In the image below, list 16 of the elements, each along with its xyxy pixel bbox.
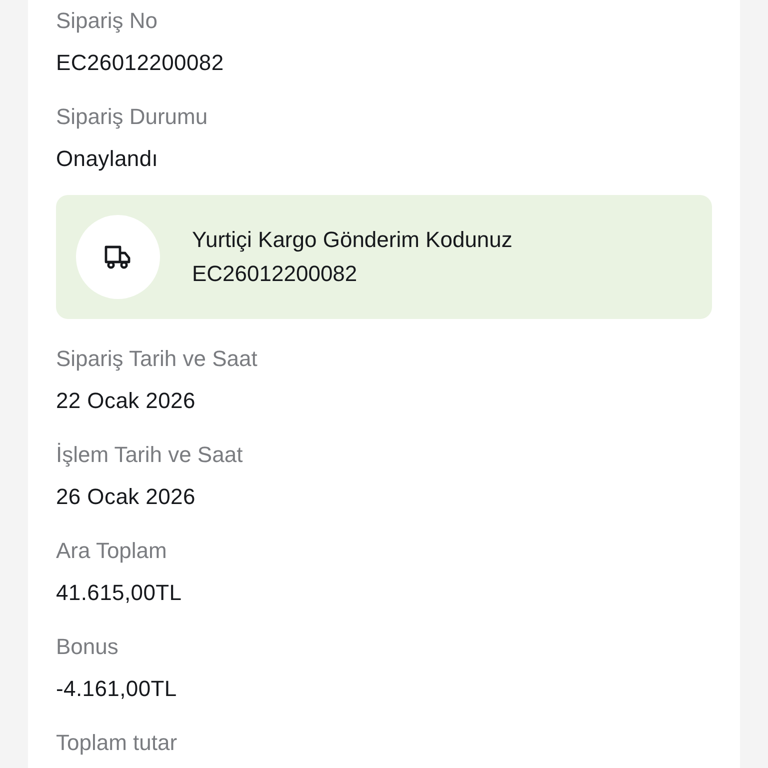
- tracking-code: EC26012200082: [192, 260, 358, 288]
- field-value: -4.161,00TL: [56, 675, 178, 703]
- field-label: Toplam tutar: [56, 729, 178, 757]
- field-label: Ara Toplam: [56, 537, 168, 565]
- field-label: Sipariş Durumu: [56, 103, 209, 131]
- field-label: Sipariş Tarih ve Saat: [56, 345, 258, 373]
- field-value: EC26012200082: [56, 49, 225, 77]
- field-value: 26 Ocak 2026: [56, 483, 196, 511]
- field-value: Onaylandı: [56, 145, 160, 173]
- field-value: 41.615,00TL: [56, 579, 183, 607]
- field-label: Sipariş No: [56, 7, 158, 35]
- field-value: 22 Ocak 2026: [56, 387, 196, 415]
- field-label: İşlem Tarih ve Saat: [56, 441, 244, 469]
- truck-icon: [104, 244, 132, 270]
- field-label: Bonus: [56, 633, 120, 661]
- shipment-title: Yurtiçi Kargo Gönderim Kodunuz: [192, 226, 512, 254]
